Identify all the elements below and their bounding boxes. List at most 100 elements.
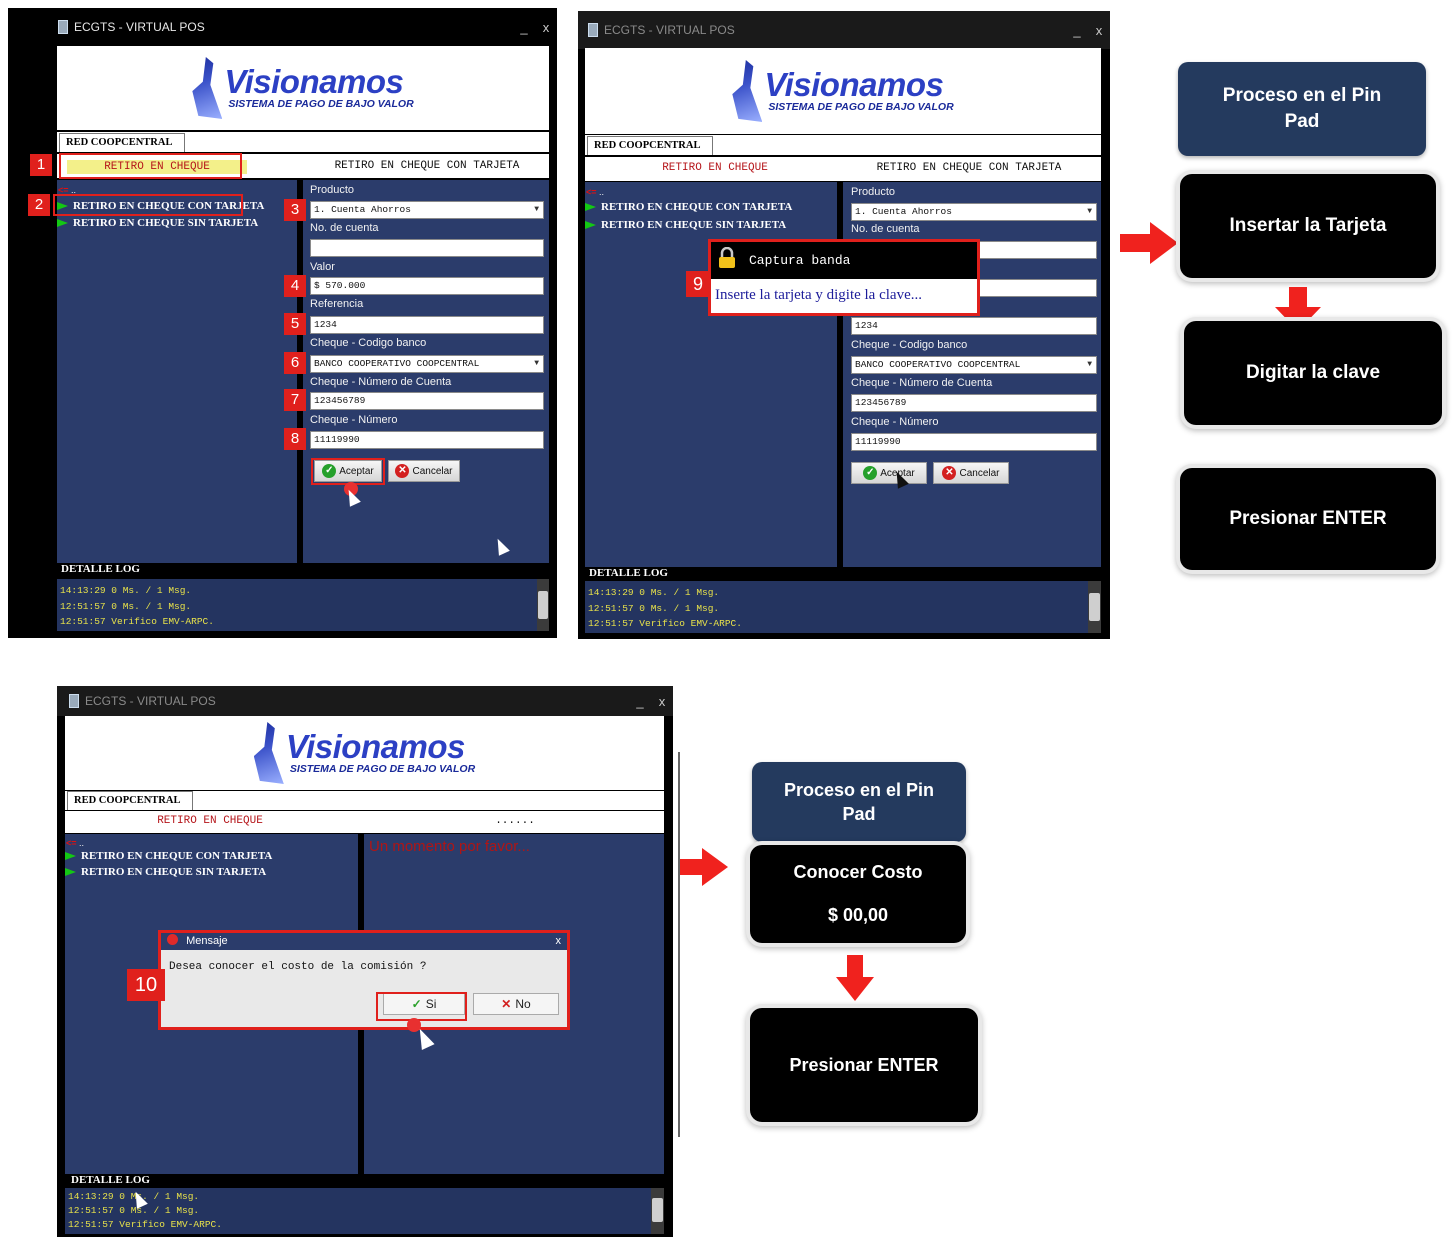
producto-label: Producto: [310, 184, 355, 196]
cost-value: $ 00,00: [827, 905, 889, 925]
producto-value: 1. Cuenta Ahorros: [314, 204, 411, 215]
minimize-button[interactable]: _: [629, 694, 651, 709]
menu-item-sin-tarjeta[interactable]: RETIRO EN CHEQUE SIN TARJETA: [585, 219, 786, 231]
minimize-button[interactable]: _: [1066, 23, 1088, 38]
close-icon: ✕: [501, 997, 512, 1011]
step-badge-1: 1: [30, 154, 52, 176]
window-title: ECGTS - VIRTUAL POS: [74, 20, 205, 34]
menu-item-label: RETIRO EN CHEQUE SIN TARJETA: [73, 217, 259, 229]
header-right: RETIRO EN CHEQUE CON TARJETA: [876, 162, 1062, 174]
title-bar: ECGTS - VIRTUAL POS _ x: [57, 686, 673, 716]
banco-value: BANCO COOPERATIVO COOPCENTRAL: [855, 359, 1021, 370]
popup-message: Inserte la tarjeta y digite la clave...: [715, 287, 922, 303]
separator-line: [678, 752, 680, 1137]
menu-item-label: RETIRO EN CHEQUE CON TARJETA: [601, 201, 793, 213]
no-button[interactable]: ✕ No: [473, 993, 559, 1015]
log-line: 12:51:57 Verifico EMV-ARPC.: [60, 616, 214, 627]
numcuenta-label: Cheque - Número de Cuenta: [310, 376, 452, 388]
log-line: 12:51:57 0 Ms. / 1 Msg.: [60, 600, 192, 612]
log-scrollbar[interactable]: [1088, 581, 1101, 633]
operation-header: RETIRO EN CHEQUE RETIRO EN CHEQUE CON TA…: [585, 157, 1101, 181]
green-flag-icon: [585, 221, 596, 230]
cuenta-label: No. de cuenta: [310, 222, 379, 234]
referencia-input[interactable]: 1234: [310, 316, 544, 334]
back-arrow-icon: <=: [66, 838, 77, 848]
producto-select[interactable]: 1. Cuenta Ahorros ▼: [310, 201, 544, 219]
highlight-aceptar: [311, 458, 385, 485]
cancelar-button[interactable]: ✕ Cancelar: [388, 460, 460, 482]
numero-input[interactable]: 11119990: [851, 433, 1097, 451]
logo-tagline: SISTEMA DE PAGO DE BAJO VALOR: [768, 101, 954, 113]
step-badge-10: 10: [127, 969, 165, 1001]
mensaje-dialog: Mensaje x Desea conocer el costo de la c…: [158, 930, 570, 1030]
log-scrollbar[interactable]: [537, 579, 549, 631]
dialog-message: Desea conocer el costo de la comisión ?: [169, 961, 427, 973]
app-icon: [588, 23, 598, 37]
step-digitar-clave: Digitar la clave: [1184, 321, 1442, 425]
logo-banner: Visionamos SISTEMA DE PAGO DE BAJO VALOR: [57, 46, 549, 130]
back-link[interactable]: <= ..: [66, 838, 84, 848]
pos-window-3: ECGTS - VIRTUAL POS _ x Visionamos SISTE…: [57, 686, 673, 1237]
log-title: DETALLE LOG: [585, 567, 1101, 581]
logo-tagline: SISTEMA DE PAGO DE BAJO VALOR: [228, 98, 414, 110]
menu-item-sin-tarjeta[interactable]: RETIRO EN CHEQUE SIN TARJETA: [57, 217, 258, 229]
numcuenta-input[interactable]: 123456789: [851, 394, 1097, 412]
tab-red-coopcentral[interactable]: RED COOPCENTRAL: [587, 136, 714, 155]
pos-window-2: ECGTS - VIRTUAL POS _ x Visionamos SISTE…: [578, 11, 1110, 639]
dialog-close-button[interactable]: x: [556, 933, 562, 950]
close-button[interactable]: x: [651, 694, 673, 709]
log-line: 12:51:57 0 Ms. / 1 Msg.: [588, 602, 720, 614]
tab-red-coopcentral[interactable]: RED COOPCENTRAL: [59, 133, 186, 152]
highlight-si: [376, 992, 467, 1021]
log-panel: 14:13:29 0 Ms. / 1 Msg. 12:51:57 0 Ms. /…: [585, 581, 1088, 633]
log-scrollbar[interactable]: [651, 1188, 664, 1234]
cost-title: Conocer Costo: [793, 862, 923, 882]
numcuenta-input[interactable]: 123456789: [310, 392, 544, 410]
menu-item-label: RETIRO EN CHEQUE SIN TARJETA: [81, 866, 267, 878]
step-badge-9: 9: [686, 271, 710, 297]
cancel-icon: ✕: [395, 464, 410, 478]
menu-item-con-tarjeta[interactable]: RETIRO EN CHEQUE CON TARJETA: [65, 850, 272, 862]
producto-select[interactable]: 1. Cuenta Ahorros ▼: [851, 203, 1097, 221]
title-bar: ECGTS - VIRTUAL POS _ x: [8, 8, 557, 46]
wait-message: Un momento por favor...: [369, 838, 530, 855]
close-button[interactable]: x: [535, 20, 557, 35]
visionamos-logo: Visionamos SISTEMA DE PAGO DE BAJO VALOR: [732, 60, 954, 122]
menu-item-sin-tarjeta[interactable]: RETIRO EN CHEQUE SIN TARJETA: [65, 866, 266, 878]
aceptar-button[interactable]: ✓ Aceptar: [851, 462, 927, 484]
banco-select[interactable]: BANCO COOPERATIVO COOPCENTRAL ▼: [851, 356, 1097, 374]
chevron-down-icon: ▼: [1087, 360, 1092, 369]
check-icon: ✓: [863, 466, 878, 480]
visionamos-logo: Visionamos SISTEMA DE PAGO DE BAJO VALOR: [253, 722, 475, 784]
dialog-title: Mensaje: [186, 935, 228, 947]
banco-label: Cheque - Codigo banco: [310, 337, 427, 349]
log-line: 14:13:29 0 Ms. / 1 Msg.: [60, 585, 192, 596]
no-label: No: [515, 997, 531, 1011]
cuenta-input[interactable]: [310, 239, 544, 257]
logo-banner: Visionamos SISTEMA DE PAGO DE BAJO VALOR: [65, 716, 664, 790]
valor-input[interactable]: $ 570.000: [310, 277, 544, 295]
alert-icon: [167, 934, 178, 945]
step-badge-7: 7: [284, 389, 306, 411]
green-flag-icon: [57, 219, 68, 228]
log-title: DETALLE LOG: [57, 563, 549, 579]
referencia-input[interactable]: 1234: [851, 317, 1097, 335]
pinpad-header-1: Proceso en el Pin Pad: [1178, 62, 1426, 156]
producto-label: Producto: [851, 186, 896, 198]
minimize-button[interactable]: _: [513, 20, 535, 35]
title-bar: ECGTS - VIRTUAL POS _ x: [578, 11, 1110, 49]
menu-item-con-tarjeta[interactable]: RETIRO EN CHEQUE CON TARJETA: [585, 201, 792, 213]
numero-input[interactable]: 11119990: [310, 431, 544, 449]
tab-row: RED COOPCENTRAL: [585, 135, 1101, 155]
banco-select[interactable]: BANCO COOPERATIVO COOPCENTRAL ▼: [310, 355, 544, 373]
green-flag-icon: [585, 203, 596, 212]
tab-red-coopcentral[interactable]: RED COOPCENTRAL: [67, 791, 194, 810]
log-panel: 14:13:29 0 Ms. / 1 Msg. 12:51:57 0 Ms. /…: [65, 1188, 651, 1234]
producto-value: 1. Cuenta Ahorros: [855, 206, 952, 217]
pinpad-header-2: Proceso en el Pin Pad: [752, 762, 966, 842]
cancelar-button[interactable]: ✕ Cancelar: [933, 462, 1009, 484]
close-button[interactable]: x: [1088, 23, 1110, 38]
back-link[interactable]: <= ..: [586, 187, 604, 197]
step-badge-2: 2: [28, 194, 50, 216]
lock-icon: [719, 247, 735, 268]
